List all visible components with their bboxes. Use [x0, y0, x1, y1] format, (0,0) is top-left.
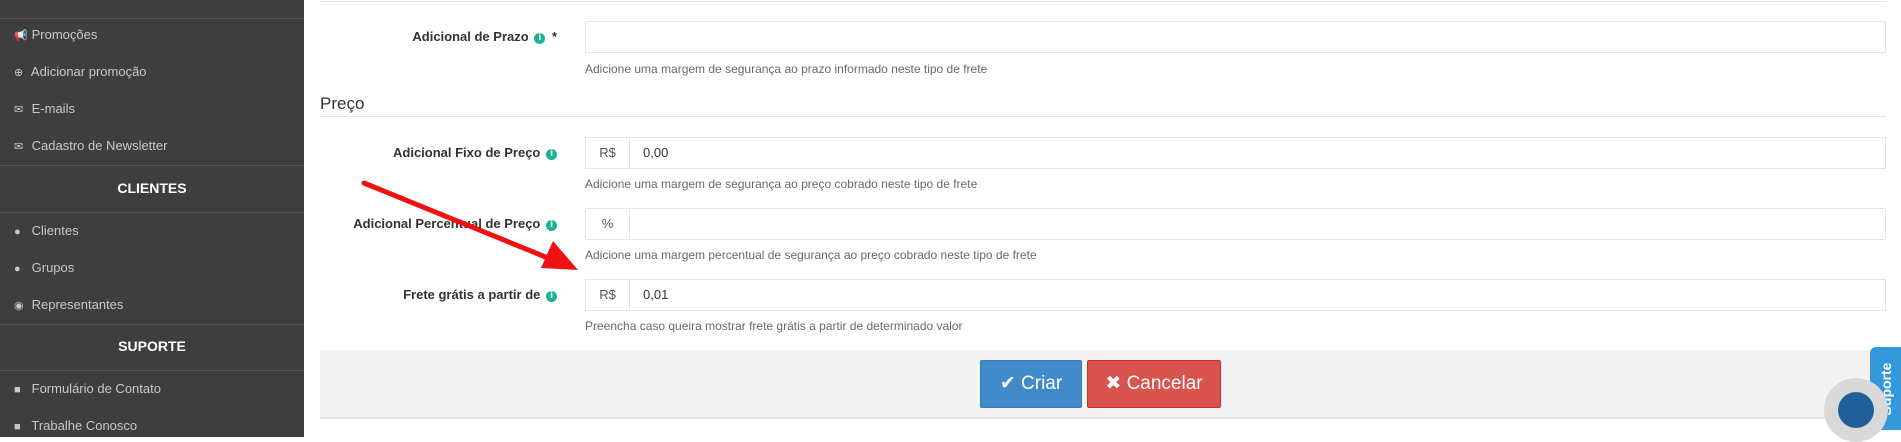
sidebar-item-cadastro-newsletter[interactable]: ✉ Cadastro de Newsletter — [14, 136, 167, 156]
frete-gratis-input-value: 0,01 — [643, 287, 669, 302]
sidebar-divider — [0, 212, 304, 213]
sidebar-item-label: Formulário de Contato — [31, 381, 161, 396]
sidebar-item-label: Representantes — [31, 297, 124, 312]
sidebar-divider — [0, 370, 304, 371]
frete-gratis-label: Frete grátis a partir de i — [403, 287, 557, 302]
percent-addon: % — [586, 209, 630, 239]
info-icon[interactable]: i — [534, 33, 546, 44]
prazo-label: Adicional de Prazo i * — [412, 29, 557, 44]
comment-icon: ■ — [14, 384, 21, 396]
create-button-label: Criar — [1021, 373, 1063, 394]
sidebar-item-label: Grupos — [31, 260, 75, 275]
currency-addon: R$ — [586, 280, 630, 310]
form-actions: ✔ Criar ✖ Cancelar — [320, 350, 1886, 419]
fixo-label: Adicional Fixo de Preço i — [393, 145, 557, 160]
sidebar-item-label: Promoções — [31, 27, 98, 42]
divider — [320, 1, 1886, 2]
chat-widget-button[interactable] — [1824, 378, 1888, 442]
sidebar-item-label: E-mails — [31, 101, 75, 116]
prazo-input[interactable] — [585, 21, 1886, 53]
sidebar-item-emails[interactable]: ✉ E-mails — [14, 99, 75, 119]
sidebar-item-formulario-contato[interactable]: ■ Formulário de Contato — [14, 379, 161, 399]
sidebar-item-promocoes[interactable]: 📢 Promoções — [14, 25, 97, 45]
sidebar-item-representantes[interactable]: ◉ Representantes — [14, 295, 123, 315]
close-icon: ✖ — [1105, 373, 1122, 394]
currency-addon: R$ — [586, 138, 630, 168]
sidebar-item-grupos[interactable]: ● Grupos — [14, 258, 74, 278]
sidebar-divider — [0, 18, 304, 19]
create-button[interactable]: ✔ Criar — [980, 360, 1082, 408]
frete-gratis-help: Preencha caso queira mostrar frete gráti… — [585, 319, 963, 333]
megaphone-icon: 📢 — [14, 30, 28, 42]
fixo-label-text: Adicional Fixo de Preço — [393, 145, 541, 160]
briefcase-icon: ■ — [14, 421, 21, 433]
sidebar-item-label: Cadastro de Newsletter — [31, 138, 168, 153]
sidebar-divider — [0, 165, 304, 166]
info-icon[interactable]: i — [546, 220, 557, 231]
sidebar-section-suporte: SUPORTE — [118, 338, 186, 354]
check-icon: ✔ — [999, 373, 1016, 394]
sidebar-item-label: Trabalhe Conosco — [31, 418, 138, 433]
frete-gratis-label-text: Frete grátis a partir de — [403, 287, 541, 302]
fixo-input-value: 0,00 — [643, 145, 669, 160]
sidebar-item-trabalhe-conosco[interactable]: ■ Trabalhe Conosco — [14, 416, 137, 436]
percentual-input[interactable]: % — [585, 208, 1886, 240]
fixo-help: Adicione uma margem de segurança ao preç… — [585, 177, 978, 191]
percentual-label: Adicional Percentual de Preço i — [353, 216, 557, 231]
chat-bubble-icon — [1838, 392, 1874, 428]
sidebar-divider — [0, 324, 304, 325]
required-marker: * — [551, 29, 557, 44]
sidebar-item-adicionar-promocao[interactable]: ⊕ Adicionar promoção — [14, 62, 147, 82]
prazo-help: Adicione uma margem de segurança ao praz… — [585, 62, 988, 76]
percentual-help: Adicione uma margem percentual de segura… — [585, 248, 1037, 262]
fixo-input[interactable]: R$ 0,00 — [585, 137, 1886, 169]
prazo-label-text: Adicional de Prazo — [412, 29, 529, 44]
envelope-icon: ✉ — [14, 141, 24, 153]
envelope-icon: ✉ — [14, 104, 24, 116]
section-preco-title: Preço — [320, 94, 365, 113]
sidebar-item-clientes[interactable]: ● Clientes — [14, 221, 79, 241]
sidebar-item-label: Clientes — [31, 223, 79, 238]
cancel-button-label: Cancelar — [1126, 373, 1203, 394]
plus-circle-icon: ⊕ — [14, 67, 24, 79]
users-icon: ● — [14, 263, 21, 275]
user-circle-icon: ◉ — [14, 300, 24, 312]
user-icon: ● — [14, 226, 21, 238]
frete-gratis-input[interactable]: R$ 0,01 — [585, 279, 1886, 311]
sidebar-section-clientes: CLIENTES — [117, 180, 187, 196]
sidebar-item-label: Adicionar promoção — [30, 64, 147, 79]
sidebar: 📢 Promoções ⊕ Adicionar promoção ✉ E-mai… — [0, 0, 304, 437]
info-icon[interactable]: i — [546, 149, 557, 160]
info-icon[interactable]: i — [546, 291, 557, 302]
cancel-button[interactable]: ✖ Cancelar — [1087, 360, 1221, 408]
percentual-label-text: Adicional Percentual de Preço — [353, 216, 541, 231]
section-divider — [320, 116, 1886, 117]
